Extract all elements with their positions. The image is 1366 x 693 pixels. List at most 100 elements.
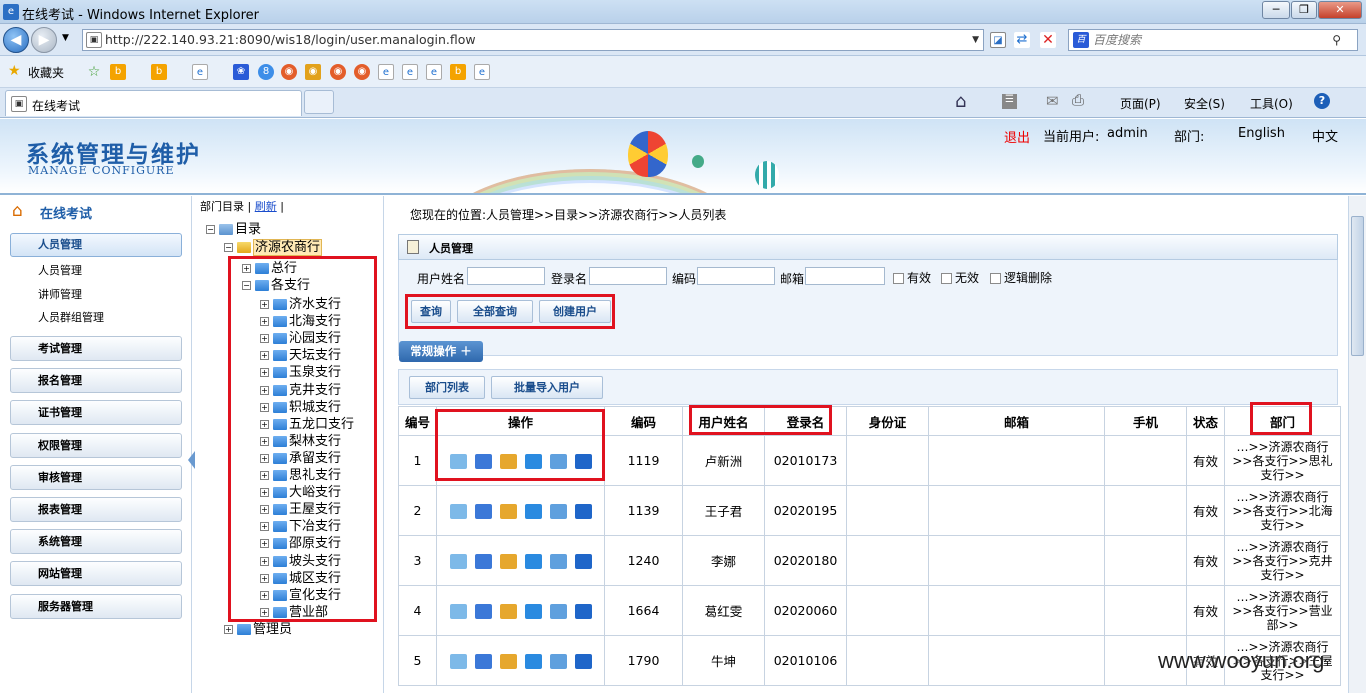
- logout-link[interactable]: 退出: [1004, 127, 1030, 146]
- login-input[interactable]: [589, 267, 667, 285]
- ops-toggle-button[interactable]: 常规操作 ＋: [399, 341, 483, 362]
- edit-icon[interactable]: [499, 503, 517, 519]
- bing-icon[interactable]: b: [110, 64, 126, 80]
- tree-node-admin[interactable]: + 管理员: [224, 618, 292, 637]
- key-icon[interactable]: [449, 603, 467, 619]
- edit-icon[interactable]: [499, 603, 517, 619]
- delete-icon[interactable]: [574, 603, 592, 619]
- nav-enroll[interactable]: 报名管理: [10, 368, 182, 393]
- nav-report[interactable]: 报表管理: [10, 497, 182, 522]
- nav-permission[interactable]: 权限管理: [10, 433, 182, 458]
- site-icon[interactable]: 8: [258, 64, 274, 80]
- bing-icon[interactable]: b: [151, 64, 167, 80]
- delete-icon[interactable]: [574, 653, 592, 669]
- edit-icon[interactable]: [499, 453, 517, 469]
- stop-icon[interactable]: ✕: [1040, 32, 1056, 48]
- copy-icon[interactable]: [524, 603, 542, 619]
- nav-website[interactable]: 网站管理: [10, 561, 182, 586]
- ie-link-icon[interactable]: e: [402, 64, 418, 80]
- copy-icon[interactable]: [524, 503, 542, 519]
- batch-import-button[interactable]: 批量导入用户: [491, 376, 603, 399]
- minimize-button[interactable]: ─: [1262, 1, 1290, 19]
- nav-exam[interactable]: 考试管理: [10, 336, 182, 361]
- maximize-button[interactable]: ❐: [1291, 1, 1317, 19]
- nav-server[interactable]: 服务器管理: [10, 594, 182, 619]
- search-icon[interactable]: ⚲: [1332, 30, 1341, 50]
- valid-checkbox[interactable]: 有效: [893, 269, 931, 286]
- delete-icon[interactable]: [574, 503, 592, 519]
- username-input[interactable]: [467, 267, 545, 285]
- back-button[interactable]: ◀: [3, 27, 29, 53]
- search-icon[interactable]: [474, 503, 492, 519]
- site-icon[interactable]: ◉: [330, 64, 346, 80]
- invalid-checkbox[interactable]: 无效: [941, 269, 979, 286]
- copy-icon[interactable]: [524, 553, 542, 569]
- ie-link-icon[interactable]: e: [192, 64, 208, 80]
- key-icon[interactable]: [449, 453, 467, 469]
- favorites-label[interactable]: 收藏夹: [28, 64, 64, 81]
- calendar-icon[interactable]: [549, 453, 567, 469]
- scroll-thumb[interactable]: [1351, 216, 1364, 356]
- query-all-button[interactable]: 全部查询: [457, 300, 533, 323]
- dept-list-button[interactable]: 部门列表: [409, 376, 485, 399]
- close-window-button[interactable]: ✕: [1318, 1, 1362, 19]
- site-icon[interactable]: ◉: [281, 64, 297, 80]
- calendar-icon[interactable]: [549, 553, 567, 569]
- ie-link-icon[interactable]: e: [474, 64, 490, 80]
- ie-link-icon[interactable]: e: [378, 64, 394, 80]
- history-dropdown-icon[interactable]: ▼: [62, 33, 69, 43]
- address-input[interactable]: ▣ http://222.140.93.21:8090/wis18/login/…: [82, 29, 984, 51]
- tree-node-branches[interactable]: − 各支行: [242, 274, 310, 293]
- key-icon[interactable]: [449, 553, 467, 569]
- nav-audit[interactable]: 审核管理: [10, 465, 182, 490]
- print-icon[interactable]: ⎙: [1072, 91, 1084, 109]
- baidu-paw-icon[interactable]: ❀: [233, 64, 249, 80]
- code-input[interactable]: [697, 267, 775, 285]
- copy-icon[interactable]: [524, 653, 542, 669]
- refresh-icon[interactable]: ⇄: [1014, 32, 1030, 48]
- deleted-checkbox[interactable]: 逻辑删除: [990, 269, 1052, 286]
- nav-cert[interactable]: 证书管理: [10, 400, 182, 425]
- compat-view-icon[interactable]: ◪: [990, 32, 1006, 48]
- collapse-handle[interactable]: [188, 451, 195, 469]
- vertical-scrollbar[interactable]: [1348, 196, 1366, 693]
- favorites-star-icon[interactable]: ★: [8, 63, 21, 79]
- nav-active-people[interactable]: 人员管理: [10, 233, 182, 257]
- add-favorite-icon[interactable]: ☆: [86, 64, 102, 80]
- safety-menu[interactable]: 安全(S): [1184, 95, 1225, 112]
- feeds-icon[interactable]: ☰: [1002, 94, 1017, 109]
- chinese-link[interactable]: 中文: [1312, 126, 1338, 145]
- tree-refresh-link[interactable]: 刷新: [255, 200, 277, 213]
- nav-sub-lecturer[interactable]: 讲师管理: [38, 286, 82, 302]
- query-button[interactable]: 查询: [411, 300, 451, 323]
- new-tab-button[interactable]: [304, 90, 334, 114]
- email-input[interactable]: [805, 267, 885, 285]
- search-icon[interactable]: [474, 553, 492, 569]
- help-icon[interactable]: ?: [1314, 93, 1330, 109]
- nav-sub-groups[interactable]: 人员群组管理: [38, 309, 104, 325]
- calendar-icon[interactable]: [549, 603, 567, 619]
- site-icon[interactable]: ◉: [305, 64, 321, 80]
- search-icon[interactable]: [474, 603, 492, 619]
- tree-node-branch[interactable]: + 营业部: [260, 601, 328, 620]
- edit-icon[interactable]: [499, 653, 517, 669]
- search-icon[interactable]: [474, 453, 492, 469]
- key-icon[interactable]: [449, 653, 467, 669]
- key-icon[interactable]: [449, 503, 467, 519]
- copy-icon[interactable]: [524, 453, 542, 469]
- search-input[interactable]: 百 百度搜索 ⚲: [1068, 29, 1358, 51]
- search-icon[interactable]: [474, 653, 492, 669]
- nav-sub-people[interactable]: 人员管理: [38, 262, 82, 278]
- create-user-button[interactable]: 创建用户: [539, 300, 611, 323]
- tree-node-bank[interactable]: − 济源农商行: [224, 236, 323, 256]
- page-menu[interactable]: 页面(P): [1120, 95, 1161, 112]
- tree-node-root[interactable]: − 目录: [206, 218, 261, 237]
- home-icon[interactable]: ⌂: [955, 91, 966, 112]
- nav-system[interactable]: 系统管理: [10, 529, 182, 554]
- site-icon[interactable]: ◉: [354, 64, 370, 80]
- ie-link-icon[interactable]: e: [426, 64, 442, 80]
- calendar-icon[interactable]: [549, 503, 567, 519]
- tools-menu[interactable]: 工具(O): [1250, 95, 1293, 112]
- address-dropdown-icon[interactable]: ▼: [972, 30, 979, 50]
- english-link[interactable]: English: [1238, 126, 1285, 141]
